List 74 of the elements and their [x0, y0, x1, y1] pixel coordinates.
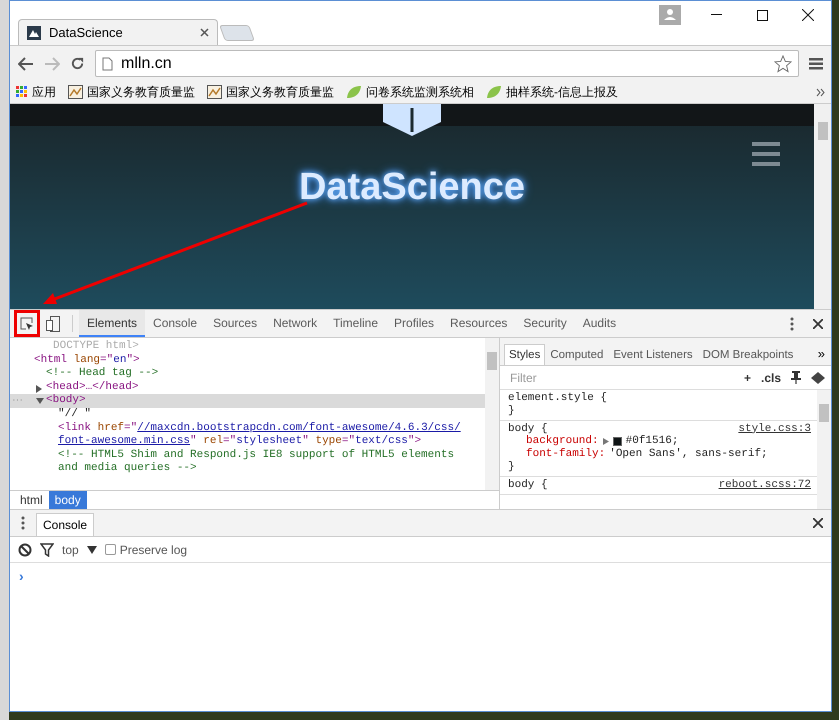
dom-node-line[interactable]: <!-- Head tag -->: [10, 367, 485, 381]
bookmark[interactable]: 问卷系统监测系统相: [346, 84, 474, 100]
preserve-log-checkbox[interactable]: Preserve log: [104, 542, 188, 556]
dom-node-line[interactable]: <!-- HTML5 Shim and Respond.js IE8 support of HTML5 elements and media queries -->: [10, 448, 485, 476]
devtools-tab[interactable]: Network: [265, 310, 326, 337]
page-icon: [102, 56, 113, 70]
pin-icon[interactable]: [791, 371, 801, 384]
leaf-icon: [346, 85, 362, 99]
context-selector[interactable]: top: [62, 542, 79, 556]
css-selector: body {: [508, 422, 548, 435]
sidebar-tab[interactable]: Styles: [504, 344, 546, 365]
logo-icon: [383, 104, 441, 136]
more-icon[interactable]: [816, 88, 825, 96]
diamond-icon[interactable]: [811, 372, 825, 384]
source-link[interactable]: reboot.scss:72: [718, 478, 811, 492]
source-link[interactable]: style.css:3: [738, 422, 811, 436]
cursor-icon: [20, 316, 34, 330]
css-brace: }: [508, 460, 515, 473]
reload-icon[interactable]: [70, 56, 85, 71]
clear-icon[interactable]: [18, 542, 32, 556]
back-arrow-icon[interactable]: [18, 56, 34, 70]
apps-grid-icon: [16, 86, 28, 98]
css-brace: }: [508, 404, 515, 417]
new-rule-button[interactable]: +: [744, 370, 751, 384]
class-toggle-button[interactable]: .cls: [760, 370, 781, 384]
devtools-tab[interactable]: Resources: [442, 310, 516, 337]
dom-node-line[interactable]: <html lang="en">: [10, 354, 485, 368]
dom-node-line[interactable]: "// ": [10, 408, 485, 422]
disclosure-triangle-icon[interactable]: [36, 398, 44, 404]
devtools-tab[interactable]: Profiles: [386, 310, 442, 337]
bookmark[interactable]: 国家义务教育质量监: [207, 84, 334, 100]
hamburger-menu-icon[interactable]: [752, 142, 780, 166]
devtools-tab[interactable]: Security: [515, 310, 575, 337]
devtools-tab[interactable]: Elements: [79, 310, 146, 337]
browser-tab[interactable]: DataScience: [18, 19, 218, 45]
devtools-tab[interactable]: Sources: [205, 310, 266, 337]
dropdown-caret-icon[interactable]: [86, 546, 97, 554]
sidebar-tab[interactable]: Event Listeners: [608, 344, 698, 365]
devtools-tab[interactable]: Timeline: [325, 310, 386, 337]
close-icon[interactable]: [200, 28, 209, 37]
picture-icon: [207, 85, 222, 99]
sidebar-tab[interactable]: DOM Breakpoints: [698, 344, 798, 365]
bookmark[interactable]: 应用: [16, 84, 56, 100]
css-property-name: background:: [526, 435, 599, 448]
star-icon[interactable]: [774, 54, 792, 72]
css-property-value: #0f1516;: [626, 435, 678, 448]
bookmark[interactable]: 国家义务教育质量监: [68, 84, 195, 100]
drawer-tab[interactable]: Console: [36, 513, 94, 536]
site-title: DataScience: [298, 166, 525, 209]
picture-icon: [68, 85, 83, 99]
address-bar[interactable]: mlln.cn: [95, 50, 799, 77]
css-property-value: 'Open Sans', sans-serif;: [609, 448, 768, 461]
color-swatch[interactable]: [612, 437, 622, 446]
css-selector: element.style {: [508, 392, 608, 405]
menu-icon[interactable]: [809, 57, 823, 70]
more-tabs-button[interactable]: »: [812, 342, 831, 365]
close-icon[interactable]: [802, 9, 814, 21]
sidebar-tab[interactable]: Computed: [545, 344, 608, 365]
breadcrumb[interactable]: body: [48, 491, 87, 509]
minimize-icon[interactable]: [710, 14, 722, 16]
filter-icon[interactable]: [40, 542, 54, 556]
console-prompt: ›: [18, 567, 25, 586]
dom-node-line[interactable]: <link href="//maxcdn.bootstrapcdn.com/font-awesome/4.6.3/css/ font-awesome.min.css" rel="stylesheet" type="text/css">: [10, 422, 485, 449]
maximize-icon[interactable]: [756, 10, 768, 20]
devtools-tab[interactable]: Console: [145, 310, 206, 337]
css-selector: body {: [508, 478, 548, 492]
bookmark[interactable]: 抽样系统-信息上报及: [486, 84, 618, 100]
inspect-element-button[interactable]: [14, 310, 40, 337]
breadcrumb[interactable]: html: [14, 491, 49, 509]
site-logo-icon: [27, 26, 41, 40]
devtools-tab[interactable]: Audits: [574, 310, 624, 337]
leaf-icon: [486, 85, 502, 99]
expand-triangle-icon[interactable]: [602, 438, 609, 446]
css-property-name: font-family:: [526, 448, 606, 461]
